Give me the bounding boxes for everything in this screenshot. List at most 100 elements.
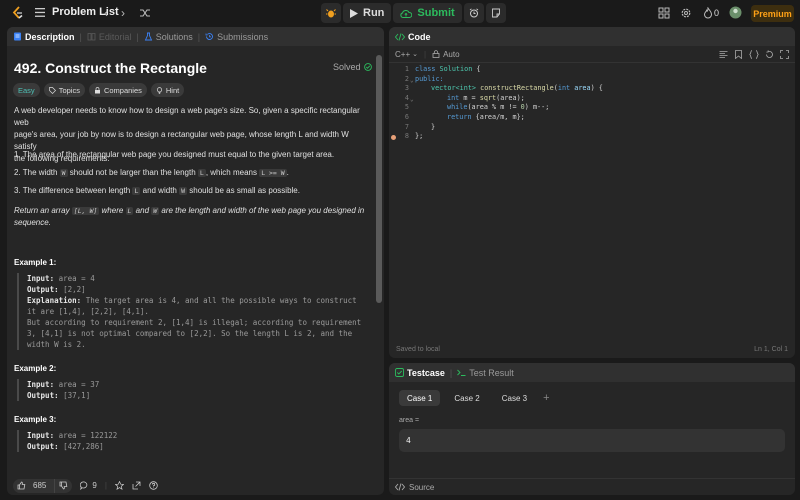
source-toggle[interactable]: Source — [409, 483, 434, 492]
lock-icon — [432, 50, 440, 58]
line-number: 8 — [404, 132, 409, 141]
cursor-position: Ln 1, Col 1 — [754, 346, 788, 353]
like-button[interactable]: 685 — [13, 479, 54, 493]
code-line: while(area % m != 0) m--; — [447, 103, 549, 113]
bug-icon — [326, 9, 336, 18]
code-line: } — [431, 122, 436, 131]
tab-divider: | — [449, 367, 453, 378]
input-value: area = 37 — [54, 380, 100, 389]
area-input[interactable]: 4 — [399, 429, 785, 452]
braces-icon[interactable] — [749, 49, 759, 59]
comment-icon — [80, 481, 88, 490]
inline-code: W — [179, 187, 188, 195]
tab-description[interactable]: Description — [13, 32, 75, 42]
star-icon[interactable] — [114, 481, 124, 490]
code-text: (area); — [496, 93, 525, 102]
explanation-text: The target area is 4, and all the possib… — [81, 296, 357, 305]
intro-line: A web developer needs to know how to des… — [14, 106, 360, 127]
case-tab[interactable]: Case 3 — [494, 390, 535, 406]
code-text: ) m--; — [524, 103, 550, 112]
output-value: [427,286] — [58, 442, 104, 451]
text: should be as small as possible. — [187, 186, 300, 195]
scrollbar-thumb[interactable] — [376, 55, 382, 303]
text: should not be larger than the length — [67, 168, 198, 177]
footer-divider: | — [104, 481, 107, 490]
code-text: { — [472, 65, 481, 73]
keyword: while — [447, 103, 468, 112]
description-scrollbar[interactable] — [376, 51, 382, 495]
submit-label: Submit — [417, 7, 455, 19]
help-icon[interactable] — [149, 481, 158, 490]
notes-button[interactable] — [485, 3, 506, 23]
save-status: Saved to local — [396, 346, 440, 353]
history-icon — [205, 33, 214, 40]
avatar[interactable] — [729, 6, 742, 19]
tab-divider: | — [136, 31, 139, 42]
tab-divider: | — [79, 31, 82, 42]
dislike-button[interactable] — [54, 478, 72, 493]
fullscreen-icon[interactable] — [780, 49, 789, 59]
share-icon[interactable] — [132, 481, 141, 490]
code-editor[interactable]: 1 2 3 4 5 6 7 8 ⌄ ⌄ class Solution { pub… — [389, 65, 795, 327]
requirement-1: 1. The area of the rectangular web page … — [14, 150, 335, 159]
code-panel-header: Code — [389, 27, 795, 46]
case-tab[interactable]: Case 1 — [399, 390, 441, 406]
tab-submissions[interactable]: Submissions — [205, 32, 268, 42]
terminal-icon — [457, 369, 466, 376]
bookmark-icon[interactable] — [734, 49, 743, 59]
fold-chevron-icon[interactable]: ⌄ — [410, 95, 414, 105]
timer-button[interactable] — [463, 3, 484, 23]
format-icon[interactable] — [719, 50, 728, 59]
topics-tag[interactable]: Topics — [43, 83, 85, 97]
example-1-heading: Example 1: — [14, 258, 57, 267]
reset-icon[interactable] — [765, 49, 774, 59]
leetcode-logo-icon[interactable] — [12, 6, 24, 20]
fold-chevron-icon[interactable]: ⌄ — [410, 76, 414, 86]
case-tab[interactable]: Case 2 — [446, 390, 487, 406]
gear-icon[interactable] — [680, 7, 692, 19]
variable-label: area = — [399, 417, 420, 424]
tab-code[interactable]: Code — [395, 32, 431, 42]
tab-testcase[interactable]: Testcase — [395, 368, 445, 378]
chevron-left-icon[interactable]: ‹ — [104, 7, 116, 19]
code-line: class Solution { — [415, 65, 481, 75]
type: int — [557, 84, 571, 93]
chevron-right-icon[interactable]: › — [121, 7, 133, 19]
code-tab-label: Code — [408, 31, 431, 42]
run-button[interactable]: Run — [343, 3, 392, 23]
param: area — [570, 84, 591, 93]
code-line: int m = sqrt(area); — [447, 94, 525, 104]
example-2-block: Input: area = 37 Output: [37,1] — [17, 379, 369, 401]
problem-list-icon[interactable] — [35, 8, 45, 17]
tab-editorial[interactable]: Editorial — [87, 31, 132, 42]
output-label: Output: — [27, 285, 59, 294]
input-label: Input: — [27, 380, 55, 389]
line-number: 1 — [404, 65, 409, 73]
note-icon — [491, 8, 500, 18]
text: are the length and width of the web page… — [159, 206, 365, 215]
tab-editorial-label: Editorial — [98, 31, 132, 42]
like-count: 685 — [33, 481, 47, 490]
code-text: m = — [459, 93, 480, 102]
tab-test-result-label: Test Result — [469, 367, 514, 378]
breakpoint-icon[interactable] — [391, 135, 396, 140]
tab-test-result[interactable]: Test Result — [457, 368, 514, 378]
hint-tag[interactable]: Hint — [150, 83, 185, 97]
line-number: 6 — [404, 113, 409, 121]
submit-button[interactable]: Submit — [393, 3, 462, 23]
example-1-block: Input: area = 4 Output: [2,2] Explanatio… — [17, 273, 369, 350]
layout-grid-icon[interactable] — [658, 7, 670, 19]
debug-button[interactable] — [321, 3, 341, 23]
add-case-button[interactable]: + — [543, 392, 549, 404]
type: int — [447, 93, 460, 102]
comments-button[interactable]: 9 — [80, 481, 97, 490]
shuffle-icon[interactable] — [140, 8, 150, 18]
auto-mode-toggle[interactable]: Auto — [432, 50, 460, 59]
text: and width — [140, 186, 180, 195]
topics-label: Topics — [58, 85, 80, 95]
premium-button[interactable]: Premium — [751, 5, 794, 22]
tab-solutions[interactable]: Solutions — [144, 32, 193, 42]
streak-flame-icon[interactable] — [702, 7, 714, 19]
companies-tag[interactable]: Companies — [88, 83, 147, 97]
language-select[interactable]: C++ ⌄ — [395, 50, 418, 59]
